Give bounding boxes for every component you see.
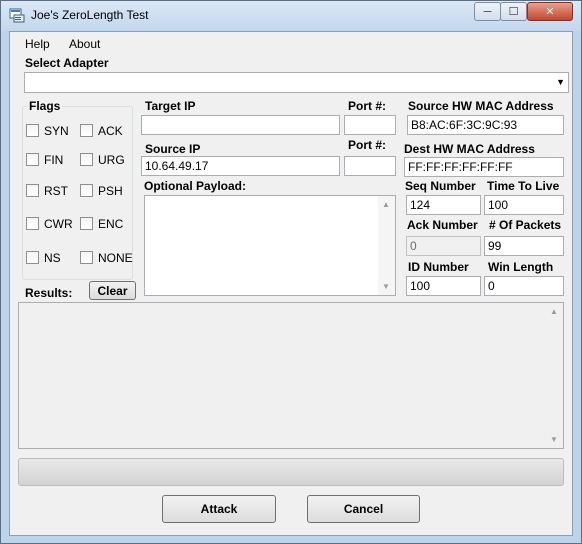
source-mac-input[interactable]: B8:AC:6F:3C:9C:93 — [407, 115, 564, 135]
window-title: Joe's ZeroLength Test — [31, 8, 149, 22]
source-ip-input[interactable]: 10.64.49.17 — [141, 156, 340, 176]
app-icon — [9, 7, 25, 23]
select-adapter-label: Select Adapter — [25, 56, 109, 70]
urg-label: URG — [98, 153, 125, 167]
cancel-button[interactable]: Cancel — [307, 495, 420, 523]
source-port-input[interactable] — [344, 156, 396, 176]
dest-mac-label: Dest HW MAC Address — [404, 142, 535, 156]
psh-label: PSH — [98, 184, 123, 198]
win-length-input[interactable]: 0 — [484, 276, 564, 296]
syn-label: SYN — [44, 124, 69, 138]
psh-checkbox[interactable] — [80, 184, 93, 197]
source-mac-label: Source HW MAC Address — [408, 99, 554, 113]
ttl-label: Time To Live — [487, 179, 560, 193]
ack-number-input: 0 — [406, 236, 481, 256]
fin-label: FIN — [44, 153, 64, 167]
ack-number-label: Ack Number — [407, 218, 478, 232]
scroll-up-icon[interactable]: ▲ — [382, 200, 390, 209]
id-number-label: ID Number — [408, 260, 469, 274]
flags-label: Flags — [27, 99, 63, 113]
ack-label: ACK — [98, 124, 123, 138]
source-ip-label: Source IP — [145, 142, 201, 156]
cwr-checkbox[interactable] — [26, 217, 39, 230]
seq-number-input[interactable]: 124 — [406, 195, 481, 215]
payload-scrollbar[interactable]: ▲ ▼ — [378, 196, 395, 295]
results-label: Results: — [25, 286, 73, 300]
minimize-icon: ─ — [483, 5, 492, 18]
maximize-icon: ☐ — [508, 6, 519, 18]
minimize-button[interactable]: ─ — [474, 2, 501, 21]
results-textarea[interactable]: ▲ ▼ — [18, 302, 564, 449]
rst-checkbox[interactable] — [26, 184, 39, 197]
scroll-up-icon[interactable]: ▲ — [550, 307, 558, 316]
seq-number-label: Seq Number — [405, 179, 476, 193]
ns-checkbox[interactable] — [26, 251, 39, 264]
target-ip-label: Target IP — [145, 99, 196, 113]
ack-checkbox[interactable] — [80, 124, 93, 137]
none-label: NONE — [98, 251, 133, 265]
packets-input[interactable]: 99 — [484, 236, 564, 256]
none-checkbox[interactable] — [80, 251, 93, 264]
source-port-label: Port #: — [348, 138, 387, 152]
maximize-button[interactable]: ☐ — [500, 2, 527, 21]
progress-bar — [18, 458, 564, 486]
payload-textarea[interactable]: ▲ ▼ — [144, 195, 396, 296]
payload-label: Optional Payload: — [144, 179, 247, 193]
enc-checkbox[interactable] — [80, 217, 93, 230]
win-length-label: Win Length — [488, 260, 554, 274]
ns-label: NS — [44, 251, 61, 265]
scroll-down-icon[interactable]: ▼ — [550, 435, 558, 444]
target-port-label: Port #: — [348, 99, 387, 113]
dest-mac-input[interactable]: FF:FF:FF:FF:FF:FF — [404, 157, 564, 177]
chevron-down-icon: ▼ — [556, 77, 565, 87]
rst-label: RST — [44, 184, 68, 198]
adapter-select[interactable]: ▼ — [24, 72, 569, 93]
menu-about[interactable]: About — [69, 37, 100, 51]
scroll-down-icon[interactable]: ▼ — [382, 282, 390, 291]
fin-checkbox[interactable] — [26, 153, 39, 166]
results-scrollbar[interactable]: ▲ ▼ — [546, 303, 563, 448]
clear-button[interactable]: Clear — [89, 281, 136, 300]
close-icon: ✕ — [545, 6, 555, 18]
close-button[interactable]: ✕ — [527, 2, 573, 21]
attack-button[interactable]: Attack — [162, 495, 276, 523]
urg-checkbox[interactable] — [80, 153, 93, 166]
menu-help[interactable]: Help — [25, 37, 50, 51]
target-ip-input[interactable] — [141, 115, 340, 135]
id-number-input[interactable]: 100 — [406, 276, 481, 296]
cwr-label: CWR — [44, 217, 73, 231]
enc-label: ENC — [98, 217, 124, 231]
syn-checkbox[interactable] — [26, 124, 39, 137]
ttl-input[interactable]: 100 — [484, 195, 564, 215]
target-port-input[interactable] — [344, 115, 396, 135]
packets-label: # Of Packets — [489, 218, 562, 232]
